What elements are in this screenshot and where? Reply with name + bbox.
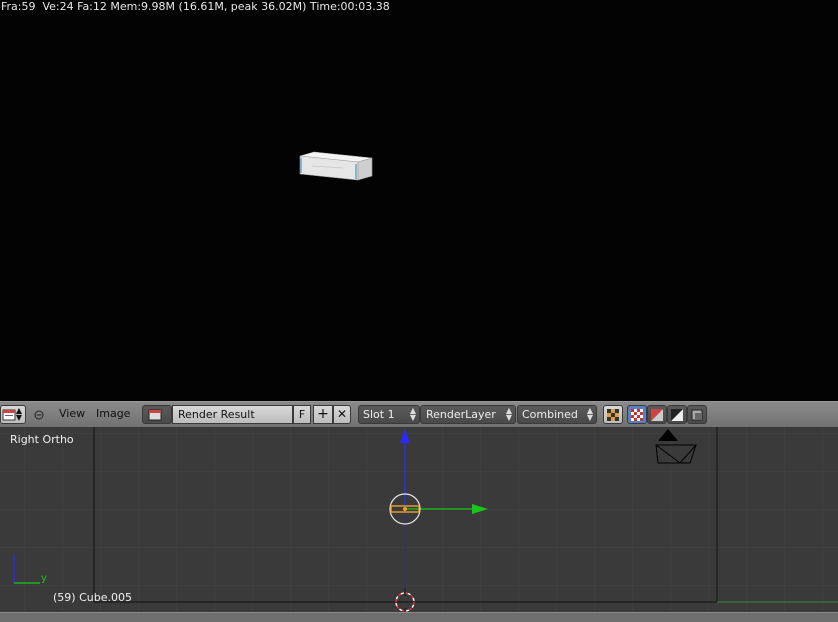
close-icon: ✕: [336, 407, 348, 421]
alpha-square-icon: [691, 409, 703, 421]
collapse-icon[interactable]: [34, 410, 44, 420]
image-editor-header: ▲ ▼ View Image Render Result F + ✕ Slot 1…: [0, 401, 838, 427]
image-editor-icon: [2, 409, 16, 421]
menu-image[interactable]: Image: [96, 407, 130, 420]
image-name-field[interactable]: Render Result: [172, 405, 293, 424]
new-image-button[interactable]: +: [313, 405, 333, 424]
draw-mode-color-button[interactable]: [627, 405, 647, 424]
editor-type-selector[interactable]: ▲ ▼: [0, 405, 26, 424]
dropdown-arrows-icon: ▲ ▼: [505, 406, 512, 422]
active-object-label: (59) Cube.005: [53, 591, 132, 604]
draw-mode-alpha-button[interactable]: [647, 405, 667, 424]
slot-label: Slot 1: [363, 408, 395, 421]
slot-selector[interactable]: Slot 1 ▲ ▼: [358, 405, 420, 424]
paint-mode-button[interactable]: [603, 405, 623, 424]
transform-manipulator[interactable]: [382, 427, 492, 547]
view-name-label: Right Ortho: [10, 433, 74, 446]
draw-mode-z-button[interactable]: [667, 405, 687, 424]
dropdown-arrows-icon: ▲ ▼: [586, 406, 593, 422]
checker-icon: [631, 409, 643, 421]
3d-viewport-header: [0, 612, 838, 622]
color-alpha-icon: [651, 409, 663, 421]
render-pass-label: Combined: [522, 408, 578, 421]
draw-mode-alpha-only-button[interactable]: [687, 405, 707, 424]
render-result-view[interactable]: Fra:59 Ve:24 Fa:12 Mem:9.98M (16.61M, pe…: [0, 0, 838, 401]
render-layer-selector[interactable]: RenderLayer ▲ ▼: [420, 405, 516, 424]
checker-brush-icon: [607, 409, 619, 421]
menu-view[interactable]: View: [59, 407, 85, 420]
fake-user-label: F: [298, 408, 306, 421]
render-stats: Fra:59 Ve:24 Fa:12 Mem:9.98M (16.61M, pe…: [1, 0, 390, 13]
gradient-icon: [671, 409, 683, 421]
rendered-cube: [299, 151, 373, 181]
render-layer-label: RenderLayer: [426, 408, 496, 421]
3d-viewport[interactable]: Right Ortho y (59) Cube.005: [0, 427, 838, 622]
dropdown-arrows-icon: ▲ ▼: [409, 406, 416, 422]
dropdown-arrows-icon: ▲ ▼: [15, 406, 22, 422]
axis-y-label: y: [41, 573, 47, 584]
image-name-label: Render Result: [178, 408, 255, 421]
camera-object[interactable]: [652, 427, 702, 471]
image-browse-button[interactable]: [142, 405, 172, 424]
plus-icon: +: [317, 406, 329, 422]
render-pass-selector[interactable]: Combined ▲ ▼: [517, 405, 597, 424]
image-browse-icon: [148, 409, 162, 421]
fake-user-button[interactable]: F: [293, 405, 311, 424]
unlink-image-button[interactable]: ✕: [333, 405, 351, 424]
